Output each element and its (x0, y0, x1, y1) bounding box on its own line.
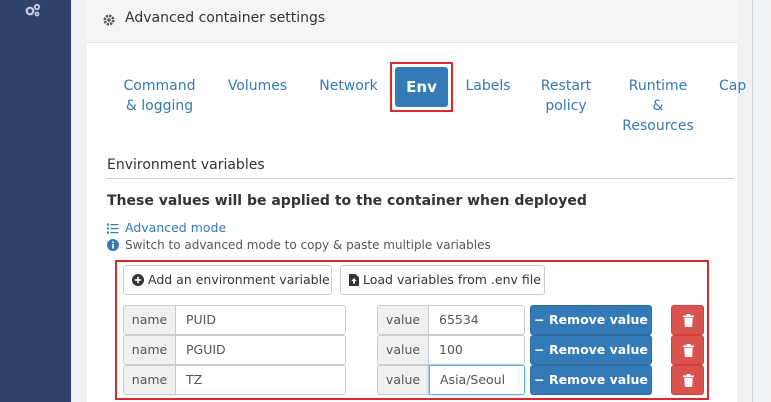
file-upload-icon (349, 274, 359, 286)
name-addon: name (123, 365, 176, 395)
trash-icon (683, 374, 694, 387)
right-edge (737, 0, 771, 402)
env-name-input[interactable]: PGUID (176, 335, 346, 365)
name-addon: name (123, 305, 176, 335)
tab-volumes[interactable]: Volumes (220, 76, 295, 96)
value-addon: value (377, 335, 429, 365)
remove-value-button[interactable]: − Remove value (530, 365, 652, 395)
remove-value-button[interactable]: − Remove value (530, 335, 652, 365)
tab-command-logging[interactable]: Command & logging (112, 76, 207, 116)
panel-title: Advanced container settings (125, 10, 326, 26)
tab-network[interactable]: Network (312, 76, 385, 96)
env-value-input[interactable]: Asia/Seoul (429, 365, 525, 395)
plus-circle-icon (132, 274, 144, 286)
trash-icon (683, 344, 694, 357)
tab-labels[interactable]: Labels (459, 76, 517, 96)
env-name-input[interactable]: TZ (176, 365, 346, 395)
minus-icon: − (534, 312, 545, 327)
minus-icon: − (534, 372, 545, 387)
tab-capabilities[interactable]: Cap (719, 76, 759, 96)
env-value-input[interactable]: 65534 (429, 305, 525, 335)
trash-icon (683, 314, 694, 327)
tab-restart-policy[interactable]: Restart policy (532, 76, 600, 116)
value-addon: value (377, 305, 429, 335)
load-env-file-button[interactable]: Load variables from .env file (340, 265, 545, 295)
add-env-variable-button[interactable]: Add an environment variable (123, 265, 332, 295)
advanced-mode-hint: Switch to advanced mode to copy & paste … (107, 238, 491, 252)
delete-row-button[interactable] (671, 305, 704, 335)
name-addon: name (123, 335, 176, 365)
panel-header: Advanced container settings (87, 0, 737, 43)
remove-value-button[interactable]: − Remove value (530, 305, 652, 335)
advanced-mode-label: Advanced mode (125, 220, 227, 235)
info-icon (107, 239, 119, 251)
tab-env-highlight: Env (390, 62, 453, 112)
tab-runtime-resources[interactable]: Runtime & Resources (614, 76, 702, 136)
hint-text: Switch to advanced mode to copy & paste … (125, 238, 491, 252)
content-gutter (71, 0, 87, 402)
env-variables-box: Add an environment variable Load variabl… (115, 260, 709, 400)
env-value-input[interactable]: 100 (429, 335, 525, 365)
minus-icon: − (534, 342, 545, 357)
section-divider (107, 178, 734, 179)
gear-icon (102, 12, 116, 26)
scroll-divider (752, 0, 753, 402)
sidebar (0, 0, 71, 402)
tab-env[interactable]: Env (395, 67, 448, 107)
delete-row-button[interactable] (671, 335, 704, 365)
cogs-icon[interactable] (24, 2, 42, 17)
advanced-mode-link[interactable]: Advanced mode (107, 220, 226, 235)
section-title: Environment variables (107, 157, 265, 173)
advanced-settings-panel: Advanced container settings Command & log… (87, 0, 746, 402)
env-name-input[interactable]: PUID (176, 305, 346, 335)
env-description: These values will be applied to the cont… (107, 193, 587, 209)
list-icon (107, 223, 119, 234)
value-addon: value (377, 365, 429, 395)
delete-row-button[interactable] (671, 365, 704, 395)
